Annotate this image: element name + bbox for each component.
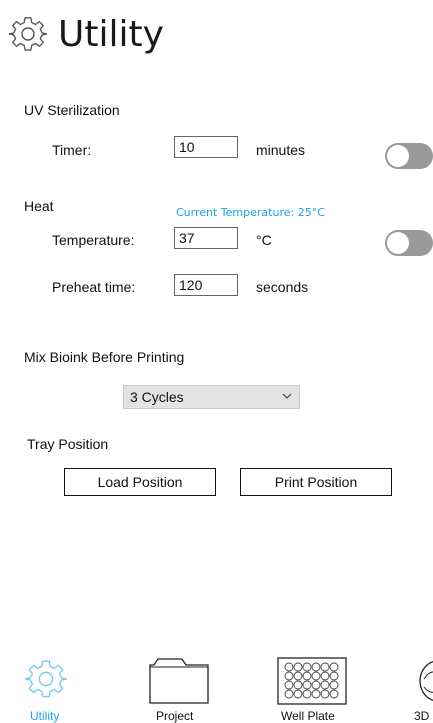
3d-icon — [419, 661, 433, 701]
page-title: Utility — [58, 14, 164, 55]
preheat-unit: seconds — [256, 279, 309, 295]
heat-section-heading: Heat — [24, 198, 54, 214]
folder-icon — [149, 658, 209, 704]
timer-unit: minutes — [256, 142, 306, 158]
chevron-down-icon — [282, 393, 292, 399]
nav-item-utility[interactable]: Utility — [18, 655, 80, 723]
nav-item-3d[interactable]: 3D — [410, 655, 433, 723]
heat-toggle[interactable] — [385, 230, 433, 256]
mix-section-heading: Mix Bioink Before Printing — [24, 349, 185, 365]
nav-label-well-plate: Well Plate — [281, 709, 335, 723]
preheat-label: Preheat time: — [52, 279, 136, 295]
mix-cycles-select[interactable]: 3 Cycles — [123, 385, 300, 409]
timer-input[interactable] — [174, 136, 238, 158]
nav-item-project[interactable]: Project — [144, 655, 214, 723]
load-position-button[interactable]: Load Position — [64, 468, 216, 496]
gear-icon — [8, 17, 48, 51]
uv-section-heading: UV Sterilization — [24, 102, 120, 118]
temperature-label: Temperature: — [52, 232, 135, 248]
temperature-unit: °C — [256, 232, 272, 248]
temperature-input[interactable] — [174, 227, 238, 249]
toggle-knob — [387, 232, 409, 254]
tray-section-heading: Tray Position — [27, 436, 109, 452]
timer-label: Timer: — [52, 142, 92, 158]
nav-label-3d: 3D — [414, 709, 430, 723]
select-value: 3 Cycles — [130, 389, 184, 405]
nav-item-well-plate[interactable]: Well Plate — [275, 655, 349, 723]
gear-icon — [24, 660, 67, 698]
toggle-knob — [387, 145, 409, 167]
well-plate-icon — [277, 657, 347, 705]
uv-toggle[interactable] — [385, 143, 433, 169]
print-position-button[interactable]: Print Position — [240, 468, 392, 496]
current-temperature: Current Temperature: 25°C — [176, 206, 325, 219]
preheat-input[interactable] — [174, 274, 238, 296]
nav-label-utility: Utility — [30, 709, 60, 723]
nav-label-project: Project — [156, 709, 194, 723]
